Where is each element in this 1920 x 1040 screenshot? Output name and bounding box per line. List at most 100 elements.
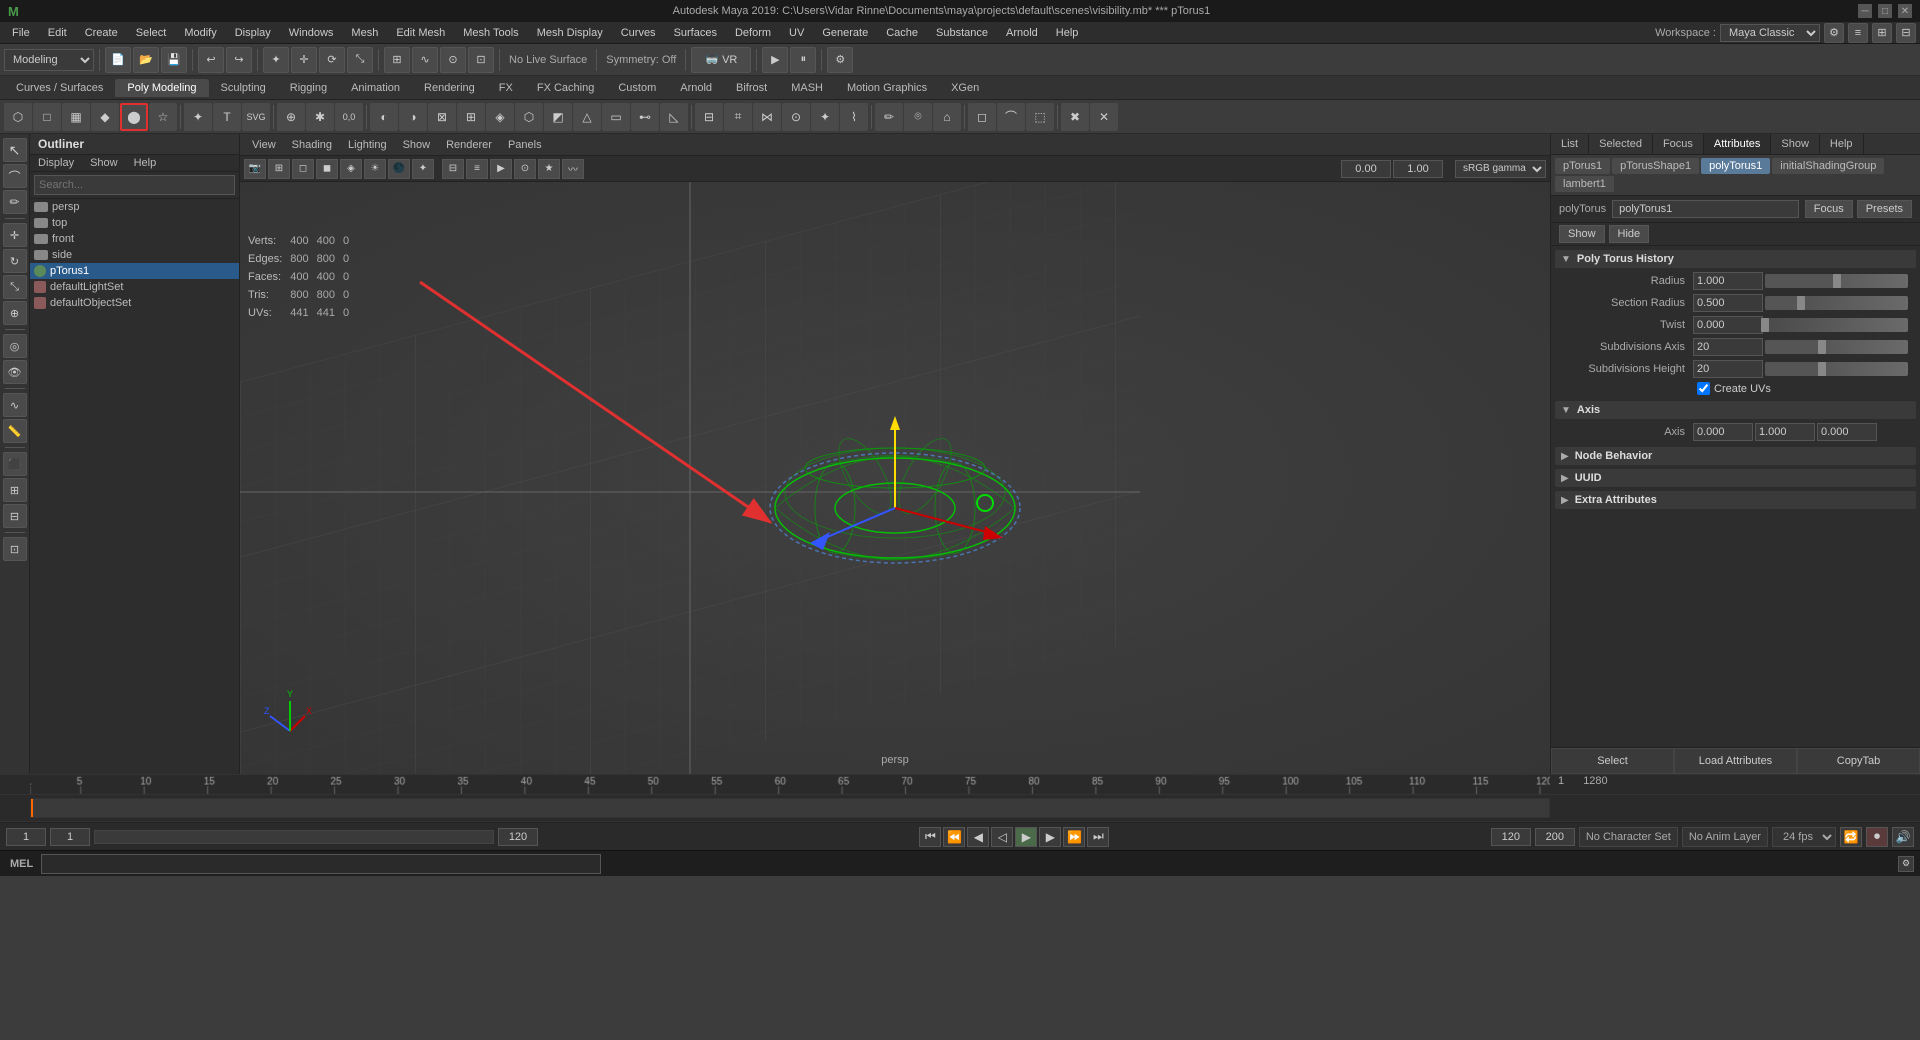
go-start-button[interactable]: ⏮ (919, 827, 941, 847)
twist-slider[interactable] (1765, 318, 1908, 332)
center-pivot-button[interactable]: ⊕ (277, 103, 305, 131)
mirror-button[interactable]: ⊷ (631, 103, 659, 131)
frame-range-end-input[interactable] (1535, 828, 1575, 846)
vp-wireframe-button[interactable]: ◻ (292, 159, 314, 179)
fps-selector[interactable]: 24 fps 30 fps 60 fps (1772, 827, 1836, 847)
vertex-mode-button[interactable]: □ (33, 103, 61, 131)
attr-tab-attributes[interactable]: Attributes (1704, 134, 1771, 154)
menu-curves[interactable]: Curves (613, 25, 664, 41)
extrude-button[interactable]: ⊟ (695, 103, 723, 131)
scale-tool[interactable]: ⤡ (3, 275, 27, 299)
section-radius-slider[interactable] (1765, 296, 1908, 310)
outliner-item-persp[interactable]: persp (30, 199, 239, 215)
wedge-button[interactable]: ⌇ (840, 103, 868, 131)
paint-button[interactable]: ✏ (875, 103, 903, 131)
node-editor-button[interactable]: ⊟ (3, 504, 27, 528)
paint-select-tool[interactable]: ✏ (3, 190, 27, 214)
uv-mode-button[interactable]: ☆ (149, 103, 177, 131)
sculpt-button[interactable]: ⌾ (904, 103, 932, 131)
node-tab-ptorus1[interactable]: pTorus1 (1555, 158, 1610, 174)
close-button[interactable]: ✕ (1898, 4, 1912, 18)
poly-torus-history-header[interactable]: ▼ Poly Torus History (1555, 250, 1916, 268)
prev-frame-button[interactable]: ◀ (967, 827, 989, 847)
edge-mode-button[interactable]: ▦ (62, 103, 90, 131)
extra-attributes-header[interactable]: ▶ Extra Attributes (1555, 491, 1916, 509)
workspace-settings-button[interactable]: ⚙ (1824, 23, 1844, 43)
tab-arnold[interactable]: Arnold (668, 79, 724, 97)
workspace-snap-button[interactable]: ⊞ (1872, 23, 1892, 43)
delete-vertex-button[interactable]: ✕ (1090, 103, 1118, 131)
rotate-button[interactable]: ⟳ (319, 47, 345, 73)
tab-bifrost[interactable]: Bifrost (724, 79, 779, 97)
soft-select-button[interactable]: ✦ (184, 103, 212, 131)
menu-surfaces[interactable]: Surfaces (666, 25, 725, 41)
retopo-button[interactable]: ◩ (544, 103, 572, 131)
bridge-button[interactable]: ⋈ (753, 103, 781, 131)
smooth-button[interactable]: ◈ (486, 103, 514, 131)
module-selector[interactable]: Modeling (4, 49, 94, 71)
tab-custom[interactable]: Custom (606, 79, 668, 97)
outliner-item-defaultobjectset[interactable]: defaultObjectSet (30, 295, 239, 311)
menu-create[interactable]: Create (77, 25, 126, 41)
relax-button[interactable]: ⌂ (933, 103, 961, 131)
attr-tab-focus[interactable]: Focus (1653, 134, 1704, 154)
frame-end-input2[interactable] (1491, 828, 1531, 846)
bevel-button[interactable]: ⌗ (724, 103, 752, 131)
poke-button[interactable]: ✦ (811, 103, 839, 131)
delete-edge-button[interactable]: ✖ (1061, 103, 1089, 131)
render-view-button[interactable]: ⬛ (3, 452, 27, 476)
universal-manip-tool[interactable]: ⊕ (3, 301, 27, 325)
no-character-set-label[interactable]: No Character Set (1579, 827, 1678, 847)
vp-shaded-button[interactable]: ◼ (316, 159, 338, 179)
hide-button[interactable]: Hide (1609, 225, 1650, 243)
reset-button[interactable]: 0,0 (335, 103, 363, 131)
presets-button[interactable]: Presets (1857, 200, 1912, 218)
vp-motion-trail-button[interactable]: 〰 (562, 159, 584, 179)
vp-menu-panels[interactable]: Panels (500, 137, 550, 153)
triangulate-button[interactable]: ◺ (660, 103, 688, 131)
outliner-item-side[interactable]: side (30, 247, 239, 263)
vp-highlight-button[interactable]: ★ (538, 159, 560, 179)
text-button[interactable]: T (213, 103, 241, 131)
menu-file[interactable]: File (4, 25, 38, 41)
attr-tab-selected[interactable]: Selected (1589, 134, 1653, 154)
undo-button[interactable]: ↩ (198, 47, 224, 73)
move-tool[interactable]: ✛ (3, 223, 27, 247)
outliner-menu-show[interactable]: Show (82, 155, 126, 171)
tab-rendering[interactable]: Rendering (412, 79, 487, 97)
mel-input[interactable] (41, 854, 601, 874)
open-scene-button[interactable]: 📂 (133, 47, 159, 73)
menu-deform[interactable]: Deform (727, 25, 779, 41)
menu-modify[interactable]: Modify (176, 25, 224, 41)
menu-display[interactable]: Display (227, 25, 279, 41)
reduce-button[interactable]: △ (573, 103, 601, 131)
sound-button[interactable]: 🔊 (1892, 827, 1914, 847)
frame-start-input[interactable] (6, 828, 46, 846)
quick-layout-button[interactable]: ⊡ (3, 537, 27, 561)
axis-y-input[interactable] (1755, 423, 1815, 441)
show-hide-button[interactable]: 👁 (3, 360, 27, 384)
node-tab-initialshadinggroup[interactable]: initialShadingGroup (1772, 158, 1884, 174)
subdivisions-height-input[interactable] (1693, 360, 1763, 378)
snap-curve-button[interactable]: ∿ (412, 47, 438, 73)
lasso-button[interactable]: ⌒ (997, 103, 1025, 131)
attr-tab-list[interactable]: List (1551, 134, 1589, 154)
render-settings-button[interactable]: ⚙ (827, 47, 853, 73)
loop-button[interactable]: 🔁 (1840, 827, 1862, 847)
tab-poly-modeling[interactable]: Poly Modeling (115, 79, 208, 97)
move-button[interactable]: ✛ (291, 47, 317, 73)
tab-motion-graphics[interactable]: Motion Graphics (835, 79, 939, 97)
snap-point-button[interactable]: ⊙ (440, 47, 466, 73)
lasso-tool[interactable]: ⌒ (3, 164, 27, 188)
vp-shadow-button[interactable]: 🌑 (388, 159, 410, 179)
radius-input[interactable] (1693, 272, 1763, 290)
show-button[interactable]: Show (1559, 225, 1605, 243)
tab-sculpting[interactable]: Sculpting (209, 79, 278, 97)
vp-menu-show[interactable]: Show (395, 137, 439, 153)
tab-mash[interactable]: MASH (779, 79, 835, 97)
vp-near-clip-input[interactable] (1341, 160, 1391, 178)
vp-far-clip-input[interactable] (1393, 160, 1443, 178)
menu-mesh-display[interactable]: Mesh Display (529, 25, 611, 41)
node-tab-polytorus1[interactable]: polyTorus1 (1701, 158, 1770, 174)
redo-button[interactable]: ↪ (226, 47, 252, 73)
